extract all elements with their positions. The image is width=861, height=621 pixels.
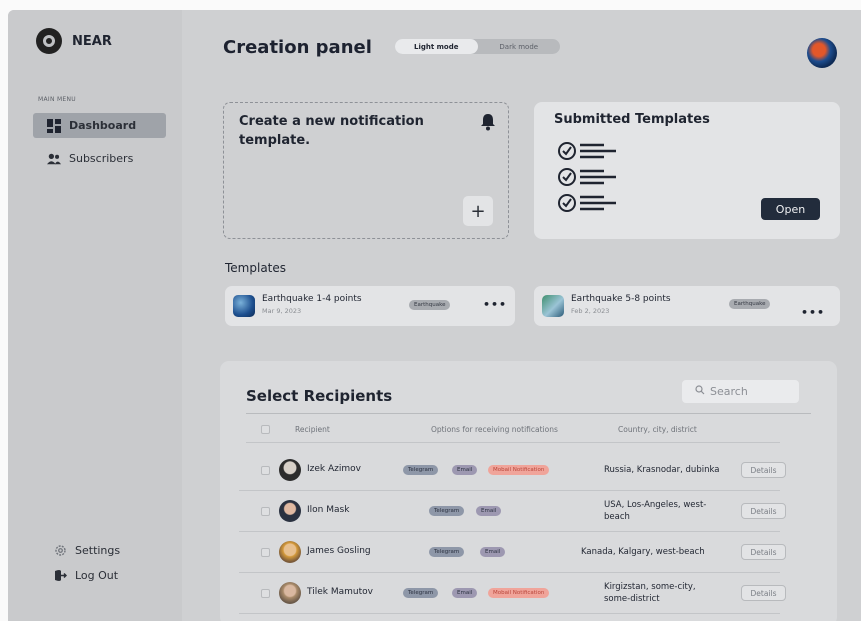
row-checkbox[interactable] (261, 466, 270, 475)
recipient-name: Ilon Mask (307, 505, 350, 515)
column-header-options: Options for receiving notifications (431, 425, 558, 434)
telegram-pill: Telegram (429, 547, 465, 557)
template-date: Feb 2, 2023 (571, 307, 610, 315)
page-title: Creation panel (223, 37, 372, 58)
mode-toggle[interactable]: Light mode Dark mode (395, 39, 560, 54)
email-pill: Email (480, 547, 506, 557)
telegram-pill: Telegram (429, 506, 465, 516)
search-icon (695, 385, 705, 398)
template-tag: Earthquake (409, 300, 451, 310)
main-content: Creation panel Light mode Dark mode Crea… (182, 10, 861, 621)
column-header-recipient: Recipient (295, 425, 330, 434)
sidebar: NEAR MAIN MENU Dashboard Subscribers Set… (8, 10, 182, 621)
template-card[interactable]: Earthquake 5-8 points Feb 2, 2023 Earthq… (534, 286, 840, 326)
sidebar-item-settings[interactable]: Settings (53, 538, 153, 563)
row-checkbox[interactable] (261, 548, 270, 557)
templates-heading: Templates (225, 261, 287, 275)
template-card[interactable]: Earthquake 1-4 points Mar 9, 2023 Earthq… (225, 286, 515, 326)
recipient-name: Tilek Mamutov (307, 587, 373, 597)
sidebar-item-label: Dashboard (69, 119, 137, 132)
template-name: Earthquake 5-8 points (571, 294, 671, 304)
recipient-location: Russia, Krasnodar, dubinka (604, 465, 720, 475)
submitted-templates-title: Submitted Templates (554, 112, 710, 127)
checklist-icon (558, 140, 634, 224)
recipients-title: Select Recipients (246, 387, 393, 405)
template-name: Earthquake 1-4 points (262, 294, 362, 304)
table-row[interactable]: Izek Azimov Telegram Email Mobail Notifi… (239, 450, 786, 491)
divider (246, 442, 780, 443)
sidebar-item-label: Subscribers (69, 152, 134, 165)
table-row[interactable]: Ilon Mask Telegram Email USA, Los-Angele… (239, 491, 786, 532)
mobile-notification-pill: Mobail Notification (488, 465, 550, 475)
avatar (279, 541, 301, 563)
row-checkbox[interactable] (261, 589, 270, 598)
row-checkbox[interactable] (261, 507, 270, 516)
template-thumbnail (542, 295, 564, 317)
mobile-notification-pill: Mobail Notification (488, 588, 550, 598)
recipients-panel: Select Recipients Search Recipient Optio… (220, 361, 837, 621)
submitted-templates-card: Submitted Templates Open (534, 102, 840, 239)
details-button[interactable]: Details (741, 503, 786, 519)
sidebar-item-logout[interactable]: Log Out (53, 563, 153, 588)
template-thumbnail (233, 295, 255, 317)
email-pill: Email (452, 588, 478, 598)
template-date: Mar 9, 2023 (262, 307, 302, 315)
telegram-pill: Telegram (403, 465, 439, 475)
email-pill: Email (452, 465, 478, 475)
sidebar-item-dashboard[interactable]: Dashboard (33, 113, 166, 138)
divider (246, 413, 811, 414)
users-icon (47, 152, 61, 166)
more-options-button[interactable]: ••• (483, 298, 507, 311)
dark-mode-option[interactable]: Dark mode (478, 39, 561, 54)
add-template-button[interactable]: + (463, 196, 493, 226)
logout-icon (53, 569, 67, 583)
recipient-location: Kirgizstan, some-city, some-district (604, 582, 696, 604)
light-mode-option[interactable]: Light mode (395, 39, 478, 54)
table-row[interactable]: Tilek Mamutov Telegram Email Mobail Noti… (239, 573, 786, 614)
avatar (279, 582, 301, 604)
table-row[interactable]: James Gosling Telegram Email Kanada, Kal… (239, 532, 786, 573)
grid-icon (47, 118, 61, 133)
select-all-checkbox[interactable] (261, 425, 270, 434)
search-input[interactable]: Search (682, 380, 799, 403)
details-button[interactable]: Details (741, 462, 786, 478)
details-button[interactable]: Details (741, 544, 786, 560)
sidebar-item-subscribers[interactable]: Subscribers (33, 146, 166, 171)
telegram-pill: Telegram (403, 588, 439, 598)
sidebar-item-label: Settings (75, 544, 121, 557)
create-template-title: Create a new notification template. (239, 114, 424, 148)
template-tag: Earthquake (729, 299, 771, 309)
search-placeholder: Search (710, 385, 748, 398)
app-window: NEAR MAIN MENU Dashboard Subscribers Set… (8, 10, 861, 621)
brand[interactable]: NEAR (36, 28, 112, 54)
menu-label: MAIN MENU (38, 96, 76, 103)
brand-name: NEAR (72, 33, 112, 49)
avatar (279, 500, 301, 522)
open-button[interactable]: Open (761, 198, 820, 220)
user-avatar[interactable] (807, 38, 837, 68)
column-header-location: Country, city, district (618, 425, 697, 434)
recipient-name: James Gosling (307, 546, 371, 556)
gear-icon (53, 544, 67, 558)
email-pill: Email (476, 506, 502, 516)
avatar (279, 459, 301, 481)
bell-icon (480, 113, 496, 135)
create-template-card[interactable]: Create a new notification template. + (223, 102, 509, 239)
recipient-location: Kanada, Kalgary, west-beach (581, 547, 705, 557)
near-logo-icon (36, 28, 62, 54)
sidebar-item-label: Log Out (75, 569, 119, 582)
details-button[interactable]: Details (741, 585, 786, 601)
recipient-name: Izek Azimov (307, 464, 361, 474)
recipient-location: USA, Los-Angeles, west-beach (604, 500, 707, 522)
more-options-button[interactable]: ••• (801, 306, 825, 319)
